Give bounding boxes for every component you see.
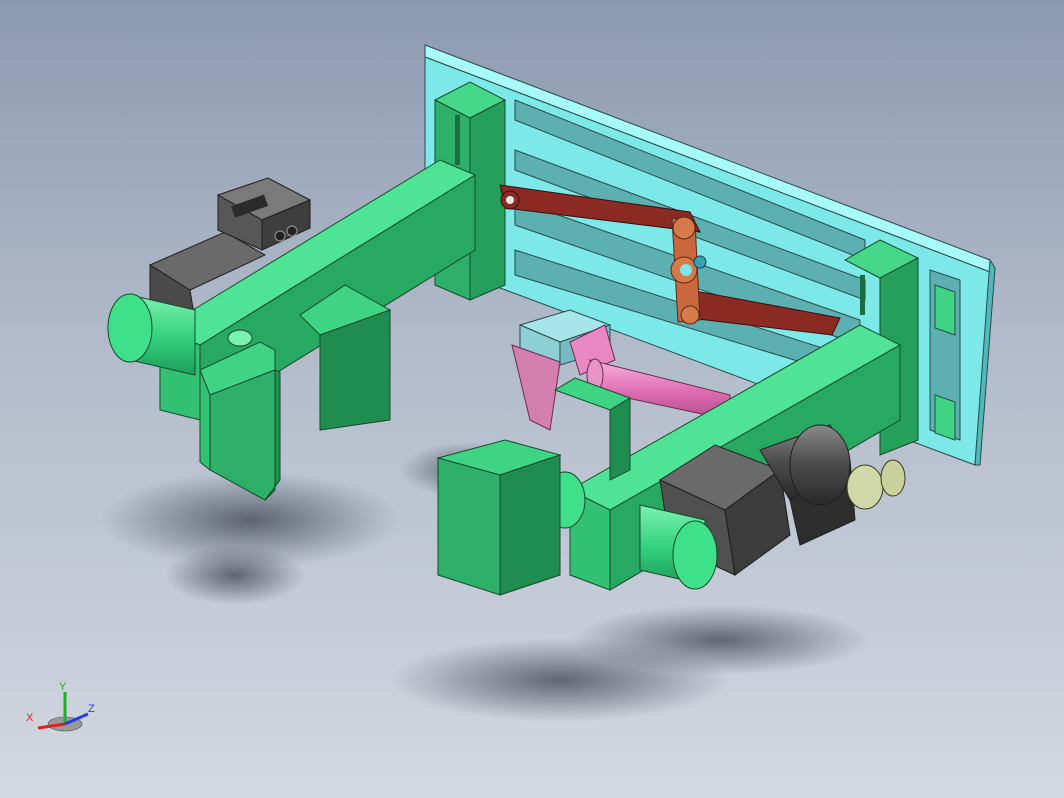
assembly-model[interactable] xyxy=(0,0,1064,798)
triad-y-label: Y xyxy=(59,681,67,693)
triad-z-label: Z xyxy=(88,703,95,715)
cad-viewport[interactable]: Y X Z xyxy=(0,0,1064,798)
triad-x-label: X xyxy=(26,712,34,724)
axis-triad: Y X Z xyxy=(26,681,95,732)
